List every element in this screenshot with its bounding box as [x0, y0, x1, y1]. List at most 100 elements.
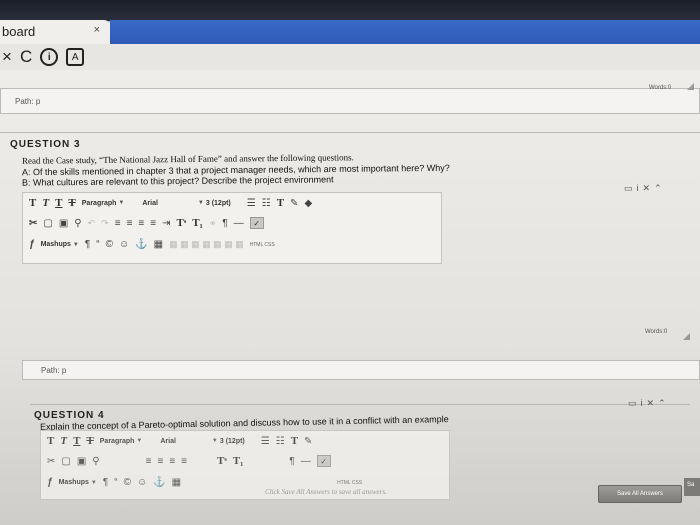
- paragraph-mark-icon[interactable]: ¶: [103, 477, 108, 488]
- ltr-icon[interactable]: ¶: [289, 456, 294, 467]
- text-color-icon[interactable]: T: [291, 435, 298, 447]
- keyboard-icon[interactable]: ▭: [624, 183, 633, 194]
- emoji-icon[interactable]: ☺: [137, 477, 147, 488]
- align-center-icon[interactable]: ≡: [127, 218, 133, 229]
- paragraph-select[interactable]: Paragraph ▼: [82, 200, 125, 207]
- underline-icon[interactable]: T: [73, 435, 80, 447]
- info-icon[interactable]: i: [40, 48, 59, 66]
- copy-icon[interactable]: ▢: [61, 456, 70, 467]
- emoji-icon[interactable]: ☺: [119, 239, 129, 250]
- underline-icon[interactable]: T: [55, 197, 62, 209]
- indent-icon[interactable]: ⇥: [162, 218, 170, 229]
- paragraph-select[interactable]: Paragraph ▼: [100, 438, 143, 445]
- browser-chrome: board × × C i A: [0, 0, 700, 70]
- find-icon[interactable]: ⚲: [74, 218, 81, 229]
- save-and-submit-button[interactable]: Sa: [684, 478, 700, 496]
- bullet-list-icon[interactable]: ☰: [261, 436, 270, 447]
- numbered-list-icon[interactable]: ☷: [262, 198, 271, 209]
- cut-icon[interactable]: ✂: [47, 456, 55, 467]
- save-all-answers-button[interactable]: Save All Answers: [598, 485, 682, 503]
- spellcheck-icon[interactable]: ✕: [643, 183, 651, 194]
- hr-icon[interactable]: —: [234, 218, 244, 229]
- subscript-icon[interactable]: T₁: [192, 217, 203, 229]
- redo-icon[interactable]: ↷: [101, 218, 109, 229]
- paste-icon[interactable]: ▣: [77, 456, 86, 467]
- mashups-select[interactable]: Mashups ▼: [59, 479, 97, 486]
- subscript-icon[interactable]: T₁: [233, 455, 244, 467]
- table-icon[interactable]: ▦: [154, 239, 163, 250]
- undo-icon[interactable]: ↶: [88, 218, 96, 229]
- justify-icon[interactable]: ≡: [150, 218, 156, 229]
- question3-title: QUESTION 3: [10, 139, 81, 150]
- save-instructions: Click Save All Answers to save all answe…: [265, 488, 387, 496]
- align-left-icon[interactable]: ≡: [146, 456, 152, 467]
- tab-close-icon[interactable]: ×: [94, 24, 100, 36]
- justify-icon[interactable]: ≡: [181, 456, 187, 467]
- find-icon[interactable]: ⚲: [92, 456, 99, 467]
- anchor-icon[interactable]: ⚓: [153, 477, 165, 488]
- paste-icon[interactable]: ▣: [59, 218, 68, 229]
- font-select[interactable]: Arial: [142, 200, 158, 207]
- table-tools-icon[interactable]: ▦ ▦ ▦ ▦ ▦ ▦ ▦: [169, 239, 244, 250]
- stop-icon[interactable]: ×: [2, 47, 12, 67]
- math-icon[interactable]: ƒ: [47, 477, 53, 488]
- bold-icon[interactable]: T: [47, 435, 54, 447]
- cut-icon[interactable]: ✂: [29, 218, 37, 229]
- browser-tab[interactable]: board ×: [0, 20, 110, 44]
- bold-icon[interactable]: T: [29, 197, 36, 209]
- table-icon[interactable]: ▦: [172, 477, 181, 488]
- question3-toolbar: T T T T Paragraph ▼ Arial ▼ 3 (12pt) ☰ ☷ T…: [22, 192, 442, 264]
- html-css-button[interactable]: HTML CSS: [250, 242, 275, 248]
- copyright-icon[interactable]: ©: [124, 477, 131, 488]
- quote-icon[interactable]: “: [114, 477, 117, 488]
- align-left-icon[interactable]: ≡: [115, 218, 121, 229]
- keyboard-icon[interactable]: ▭: [628, 398, 637, 409]
- word-count: Words:0: [645, 329, 668, 335]
- hr-icon[interactable]: —: [301, 456, 311, 467]
- expand-icon[interactable]: ⌃: [654, 183, 662, 194]
- superscript-icon[interactable]: Tˢ: [217, 455, 227, 467]
- ltr-icon[interactable]: ¶: [222, 218, 227, 229]
- expand-icon[interactable]: ⌃: [658, 398, 666, 409]
- spellcheck-toggle[interactable]: ✓: [316, 455, 331, 467]
- align-right-icon[interactable]: ≡: [138, 218, 144, 229]
- question-divider: [30, 404, 690, 405]
- question-divider: [0, 132, 700, 133]
- strikethrough-icon[interactable]: T: [86, 435, 93, 447]
- align-right-icon[interactable]: ≡: [169, 456, 175, 467]
- align-center-icon[interactable]: ≡: [157, 456, 163, 467]
- html-css-button[interactable]: HTML CSS: [337, 480, 362, 486]
- previous-editor-footer: Path: p Words:0: [0, 83, 700, 114]
- anchor-icon[interactable]: ⚓: [135, 239, 147, 250]
- italic-icon[interactable]: T: [42, 197, 49, 209]
- info-icon[interactable]: i: [641, 398, 643, 409]
- copyright-icon[interactable]: ©: [106, 239, 113, 250]
- highlight-icon[interactable]: ✎: [304, 436, 312, 447]
- resize-grip-icon[interactable]: [687, 83, 694, 90]
- info-icon[interactable]: i: [637, 183, 639, 194]
- reload-icon[interactable]: C: [20, 47, 32, 67]
- strikethrough-icon[interactable]: T: [68, 197, 75, 209]
- size-select[interactable]: ▼ 3 (12pt): [212, 438, 245, 445]
- font-select[interactable]: Arial: [160, 438, 176, 445]
- reader-mode-icon[interactable]: A: [66, 48, 85, 66]
- bullet-list-icon[interactable]: ☰: [247, 198, 256, 209]
- highlight-icon[interactable]: ✎: [290, 198, 298, 209]
- mashups-select[interactable]: Mashups ▼: [41, 241, 79, 248]
- paragraph-mark-icon[interactable]: ¶: [85, 239, 90, 250]
- resize-grip-icon[interactable]: [683, 333, 690, 340]
- path-label: Path: p: [41, 366, 67, 375]
- math-icon[interactable]: ƒ: [29, 239, 35, 250]
- spellcheck-icon[interactable]: ✕: [647, 398, 655, 409]
- link-icon[interactable]: ⚭: [209, 218, 217, 229]
- quote-icon[interactable]: “: [96, 239, 99, 250]
- italic-icon[interactable]: T: [60, 435, 67, 447]
- numbered-list-icon[interactable]: ☷: [276, 436, 285, 447]
- text-color-icon[interactable]: T: [277, 197, 284, 209]
- question3-editor-footer: Path: p Words:0: [22, 329, 700, 380]
- clear-format-icon[interactable]: ◆: [304, 198, 312, 209]
- copy-icon[interactable]: ▢: [43, 218, 52, 229]
- spellcheck-toggle[interactable]: ✓: [249, 217, 264, 229]
- superscript-icon[interactable]: Tˢ: [176, 217, 186, 229]
- size-select[interactable]: ▼ 3 (12pt): [198, 200, 231, 207]
